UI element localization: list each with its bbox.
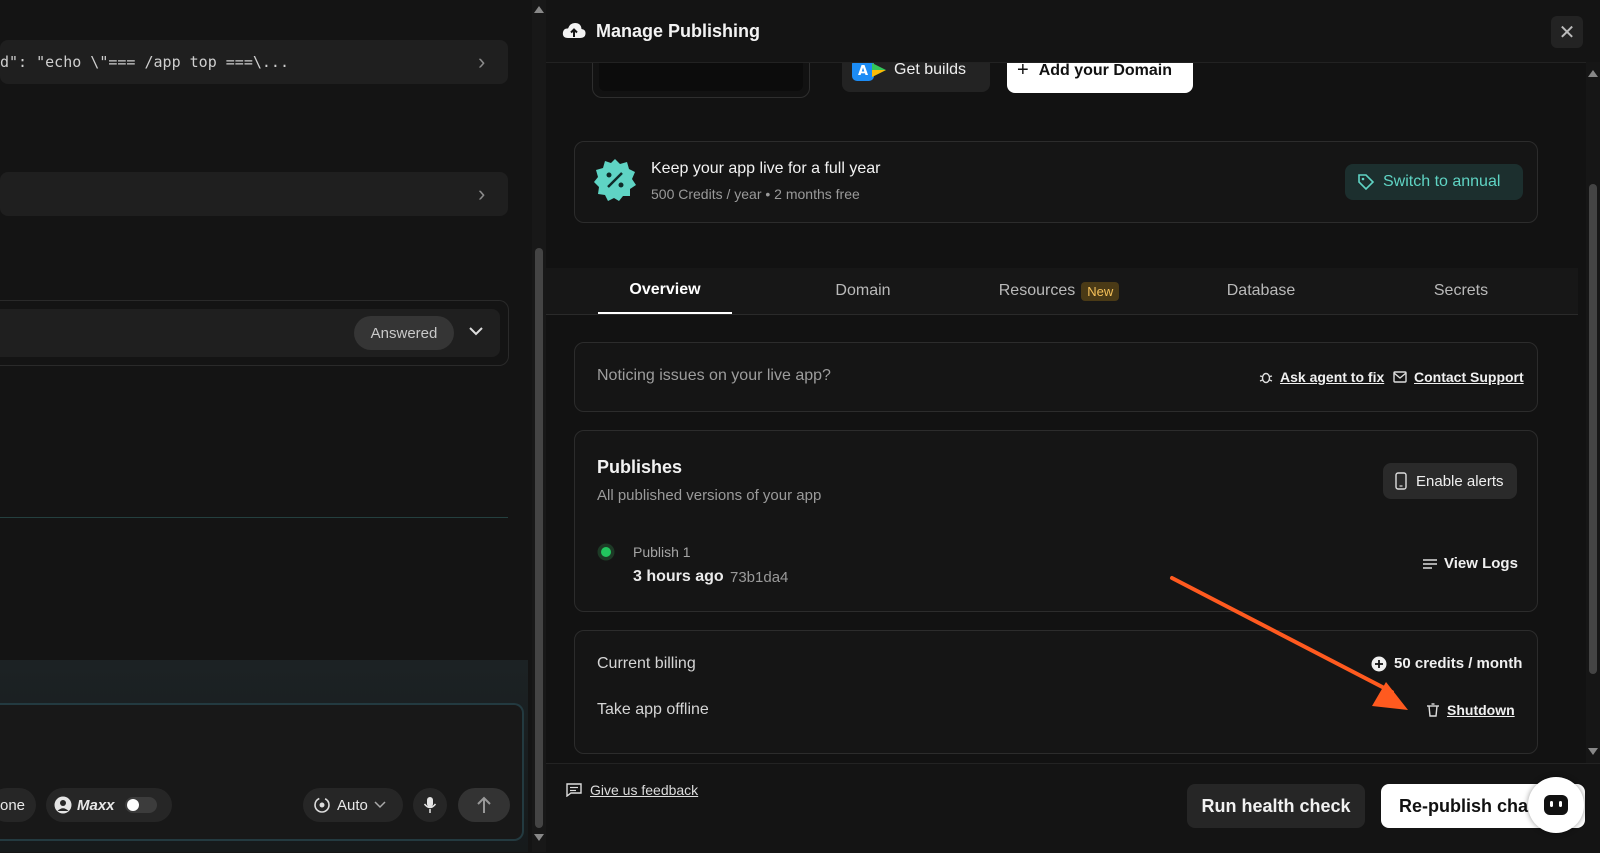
billing-card: Current billing 50 credits / month Take …	[574, 630, 1538, 754]
tab-resources[interactable]: Resources New	[984, 268, 1134, 314]
scroll-down-icon[interactable]	[1588, 748, 1598, 755]
tab-database[interactable]: Database	[1194, 268, 1328, 314]
enable-alerts-button[interactable]: Enable alerts	[1383, 463, 1517, 499]
bot-icon	[1544, 795, 1568, 815]
tab-label: Overview	[629, 281, 701, 298]
contact-support-label: Contact Support	[1414, 369, 1524, 385]
divider	[0, 517, 508, 518]
mode-label: Auto	[337, 796, 368, 814]
scroll-up-icon[interactable]	[534, 6, 544, 13]
svg-text:A: A	[858, 64, 868, 79]
user-icon	[54, 796, 72, 814]
panel-footer: Give us feedback Run health check Re-pub…	[546, 763, 1600, 853]
panel-header: Manage Publishing ✕	[546, 0, 1600, 63]
publish-time: 3 hours ago	[633, 568, 724, 585]
maxx-label: Maxx	[77, 796, 115, 814]
view-logs-label: View Logs	[1444, 555, 1518, 572]
publish-hash: 73b1da4	[730, 569, 789, 586]
feedback-icon	[566, 783, 582, 797]
done-button[interactable]: one	[0, 788, 36, 822]
tab-overview[interactable]: Overview	[598, 268, 732, 314]
auto-mode-icon	[314, 797, 330, 813]
publish-name: Publish 1	[633, 544, 691, 560]
tool-call-text: d": "echo \"=== /app top ===\...	[0, 53, 289, 71]
contact-support-link[interactable]: Contact Support	[1393, 369, 1524, 385]
publishes-card: Publishes All published versions of your…	[574, 430, 1538, 612]
panel-scrollbar[interactable]	[1586, 62, 1600, 764]
ask-agent-label: Ask agent to fix	[1280, 369, 1385, 385]
done-label: one	[0, 796, 26, 814]
chevron-right-icon: ›	[478, 49, 486, 74]
tool-call-card-2[interactable]: ›	[0, 172, 508, 216]
microphone-icon	[423, 797, 437, 813]
chat-bubble-button[interactable]	[1528, 777, 1584, 833]
send-button[interactable]	[458, 788, 510, 822]
add-domain-label: Add your Domain	[1038, 61, 1173, 79]
bug-icon	[1259, 372, 1273, 384]
tab-bar: Overview Domain Resources New Database S…	[546, 268, 1578, 315]
promo-title: Keep your app live for a full year	[651, 160, 881, 177]
switch-annual-label: Switch to annual	[1383, 173, 1501, 190]
ask-agent-link[interactable]: Ask agent to fix	[1259, 369, 1384, 385]
chevron-down-icon	[374, 801, 386, 809]
enable-alerts-label: Enable alerts	[1416, 472, 1504, 490]
publishing-panel: A Get builds + Add your Domain Manage Pu…	[546, 0, 1600, 853]
switch-annual-button[interactable]: Switch to annual	[1345, 164, 1523, 200]
chevron-right-icon: ›	[478, 181, 486, 206]
scroll-up-icon[interactable]	[1588, 70, 1598, 77]
microphone-button[interactable]	[413, 788, 447, 822]
scrollbar-thumb[interactable]	[535, 248, 543, 828]
new-badge: New	[1081, 281, 1120, 301]
trash-icon	[1427, 703, 1439, 717]
phone-icon	[1395, 472, 1407, 490]
scroll-down-icon[interactable]	[534, 834, 544, 841]
mail-icon	[1393, 371, 1407, 383]
billing-label: Current billing	[597, 655, 696, 672]
tab-label: Database	[1226, 282, 1296, 299]
close-icon: ✕	[1558, 21, 1576, 44]
maxx-toggle[interactable]: Maxx	[46, 788, 172, 822]
panel-title: Manage Publishing	[596, 20, 761, 41]
health-check-label: Run health check	[1201, 795, 1351, 816]
credits-icon	[1371, 656, 1387, 671]
cloud-upload-icon	[562, 23, 586, 38]
feedback-link[interactable]: Give us feedback	[566, 782, 698, 798]
mode-select[interactable]: Auto	[303, 788, 403, 822]
issues-text: Noticing issues on your live app?	[597, 367, 831, 384]
issues-card: Noticing issues on your live app? Ask ag…	[574, 342, 1538, 412]
maxx-switch[interactable]	[124, 797, 157, 813]
shutdown-label: Shutdown	[1447, 702, 1515, 718]
get-builds-label: Get builds	[894, 61, 967, 78]
chat-scrollbar[interactable]	[532, 0, 546, 852]
publishes-subtitle: All published versions of your app	[597, 487, 822, 504]
tab-label: Secrets	[1433, 282, 1489, 299]
feedback-label: Give us feedback	[590, 782, 699, 798]
discount-badge-icon	[594, 159, 636, 201]
view-logs-link[interactable]: View Logs	[1423, 555, 1518, 572]
shutdown-link[interactable]: Shutdown	[1427, 702, 1515, 718]
annual-promo-card: Keep your app live for a full year 500 C…	[574, 141, 1538, 223]
chevron-down-icon[interactable]	[468, 325, 484, 337]
close-button[interactable]: ✕	[1551, 16, 1583, 48]
tab-domain[interactable]: Domain	[796, 268, 930, 314]
tag-icon	[1358, 174, 1375, 191]
billing-value-label: 50 credits / month	[1394, 655, 1523, 672]
tab-label: Domain	[835, 282, 891, 299]
answered-badge: Answered	[354, 316, 454, 350]
scrollbar-thumb[interactable]	[1589, 184, 1597, 674]
run-health-check-button[interactable]: Run health check	[1187, 784, 1365, 828]
publishes-title: Publishes	[597, 457, 683, 477]
arrow-up-icon	[477, 796, 491, 813]
offline-label: Take app offline	[597, 701, 709, 718]
tab-label: Resources	[998, 282, 1076, 299]
billing-value: 50 credits / month	[1371, 655, 1522, 672]
tool-call-card[interactable]: d": "echo \"=== /app top ===\... ›	[0, 40, 508, 84]
chat-pane: d": "echo \"=== /app top ===\... › › Ans…	[0, 0, 530, 852]
tab-secrets[interactable]: Secrets	[1394, 268, 1528, 314]
status-live-icon	[597, 543, 615, 561]
promo-subtitle: 500 Credits / year • 2 months free	[651, 186, 860, 202]
list-icon	[1423, 558, 1437, 569]
